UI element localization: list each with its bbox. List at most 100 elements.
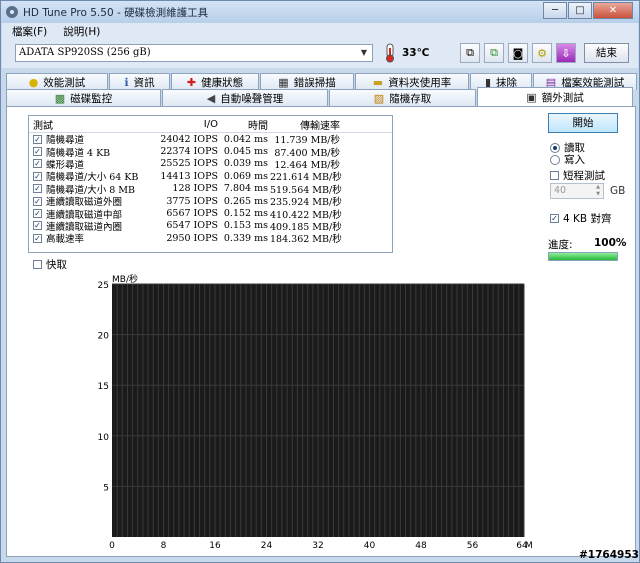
test-checkbox[interactable]: ✓ xyxy=(33,196,42,206)
tab-random-access[interactable]: ▨ 隨機存取 xyxy=(329,89,476,106)
io-cell: 2950 IOPS xyxy=(166,232,218,244)
menu-file[interactable]: 檔案(F) xyxy=(12,24,47,39)
app-window: HD Tune Pro 5.50 - 硬碟檢測維護工具 ─ □ ✕ 檔案(F) … xyxy=(0,0,640,563)
time-cell: 0.045 ms xyxy=(223,146,268,158)
table-row[interactable]: ✓ 隨機尋道 4 KB 22374 IOPS 0.045 ms 87.400 MB/秒 xyxy=(29,145,392,159)
error-scan-icon: ▦ xyxy=(278,75,289,89)
table-row[interactable]: ✓ 隨機尋道/大小 8 MB 128 IOPS 7.804 ms 519.564 MB/… xyxy=(29,183,392,196)
chevron-down-icon[interactable]: ▼ xyxy=(358,47,370,59)
x-tick-label: 32 xyxy=(312,541,323,551)
tab-error-scan[interactable]: ▦ 錯誤掃描 xyxy=(260,73,354,90)
io-cell: 128 IOPS xyxy=(172,183,218,195)
table-row[interactable]: ✓ 隨機尋道 24042 IOPS 0.042 ms 11.739 MB/秒 xyxy=(29,133,392,146)
test-checkbox[interactable]: ✓ xyxy=(33,233,42,243)
write-option[interactable]: 寫入 xyxy=(550,152,585,167)
align-4kb-checkbox[interactable]: ✓ xyxy=(550,214,559,223)
tab-label: 額外測試 xyxy=(541,91,584,104)
progress-bar xyxy=(548,252,618,261)
col-time-header[interactable]: 時間 xyxy=(220,117,270,132)
table-row[interactable]: ✓ 連續讀取磁道內圈 6547 IOPS 0.153 ms 409.185 MB/秒 xyxy=(29,220,392,233)
x-tick-label: 0 xyxy=(109,541,115,551)
screenshot-button[interactable]: ◙ xyxy=(508,43,528,63)
progress-percent: 100% xyxy=(594,237,627,249)
test-checkbox[interactable]: ✓ xyxy=(33,221,42,231)
download-arrow-icon: ⇩ xyxy=(561,46,571,60)
table-row[interactable]: ✓ 高載速率 2950 IOPS 0.339 ms 184.362 MB/秒 xyxy=(29,231,392,245)
x-tick-label: 40 xyxy=(364,541,376,551)
tab-label: 效能測試 xyxy=(43,76,86,89)
short-test-option[interactable]: 短程測試 xyxy=(550,168,605,183)
close-button[interactable]: ✕ xyxy=(593,2,633,19)
table-body: ✓ 隨機尋道 24042 IOPS 0.042 ms 11.739 MB/秒 ✓ 隨機尋道 … xyxy=(29,133,392,245)
y-tick-label: 5 xyxy=(103,483,109,493)
y-tick-label: 20 xyxy=(98,332,110,342)
test-name-cell: ✓ 高載速率 xyxy=(29,231,160,245)
watermark: #1764953 xyxy=(579,549,639,561)
save-button[interactable]: ⇩ xyxy=(556,43,576,63)
table-row[interactable]: ✓ 連續讀取磁道中部 6567 IOPS 0.152 ms 410.422 MB/秒 xyxy=(29,207,392,221)
x-tick-label: 56 xyxy=(467,541,479,551)
tab-label: 健康狀態 xyxy=(201,76,244,89)
tab-folder-usage[interactable]: ▬ 資料夾使用率 xyxy=(355,73,469,90)
write-radio[interactable] xyxy=(550,154,560,165)
cache-option[interactable]: 快取 xyxy=(33,257,67,272)
io-cell: 3775 IOPS xyxy=(166,195,218,207)
test-checkbox[interactable]: ✓ xyxy=(33,184,42,194)
short-test-size-input[interactable]: 40 ▲ ▼ xyxy=(550,183,604,199)
info-icon: ℹ xyxy=(124,75,129,89)
app-logo-icon xyxy=(6,6,18,18)
col-io-header[interactable]: I/O xyxy=(160,119,220,130)
tab-aam[interactable]: ◀ 自動噪聲管理 xyxy=(162,89,328,106)
tab-label: 資訊 xyxy=(133,76,155,89)
copy-text-button[interactable]: ⧉ xyxy=(460,43,480,63)
short-test-checkbox[interactable] xyxy=(550,171,559,180)
table-row[interactable]: ✓ 連續讀取磁道外圈 3775 IOPS 0.265 ms 235.924 MB/秒 xyxy=(29,195,392,208)
spinner-arrows-icon[interactable]: ▲ ▼ xyxy=(593,184,603,198)
cache-checkbox[interactable] xyxy=(33,260,42,269)
maximize-button[interactable]: □ xyxy=(568,2,592,19)
progress-label: 進度: xyxy=(548,239,573,251)
col-test-header[interactable]: 測試 xyxy=(29,117,160,132)
time-cell: 0.153 ms xyxy=(223,220,268,232)
x-unit-label: MB xyxy=(525,541,532,551)
test-checkbox[interactable]: ✓ xyxy=(33,147,42,157)
tab-info[interactable]: ℹ 資訊 xyxy=(109,73,170,90)
time-cell: 0.042 ms xyxy=(223,133,268,145)
y-tick-label: 10 xyxy=(98,433,110,443)
minimize-button[interactable]: ─ xyxy=(543,2,567,19)
test-checkbox[interactable]: ✓ xyxy=(33,209,42,219)
transfer-rate-chart: 5101520250816243240485664MBMB/秒 xyxy=(98,273,532,551)
short-test-label: 短程測試 xyxy=(563,170,605,182)
copy-info-button[interactable]: ⧉ xyxy=(484,43,504,63)
tab-extra-tests[interactable]: ▣ 額外測試 xyxy=(477,87,633,106)
health-cross-icon: ✚ xyxy=(186,75,197,89)
align-4kb-option[interactable]: ✓ 4 KB 對齊 xyxy=(550,211,611,226)
read-radio[interactable] xyxy=(550,142,560,153)
test-checkbox[interactable]: ✓ xyxy=(33,159,42,169)
tab-health[interactable]: ✚ 健康狀態 xyxy=(171,73,259,90)
col-rate-header[interactable]: 傳輸速率 xyxy=(270,117,342,132)
write-label: 寫入 xyxy=(564,154,585,166)
tab-disk-monitor[interactable]: ▩ 磁碟監控 xyxy=(6,89,161,106)
tab-benchmark[interactable]: ● 效能測試 xyxy=(6,73,108,90)
short-test-size-value: 40 xyxy=(554,185,567,196)
table-row[interactable]: ✓ 隨機尋道/大小 64 KB 14413 IOPS 0.069 ms 221.614 … xyxy=(29,170,392,183)
tab-label: 自動噪聲管理 xyxy=(220,92,284,105)
copy-icon: ⧉ xyxy=(466,46,474,59)
table-header: 測試 I/O 時間 傳輸速率 xyxy=(29,116,392,133)
time-cell: 7.804 ms xyxy=(223,183,268,195)
time-cell: 0.265 ms xyxy=(223,195,268,207)
exit-button[interactable]: 結束 xyxy=(584,43,629,63)
table-row[interactable]: ✓ 蝶形尋道 25525 IOPS 0.039 ms 12.464 MB/秒 xyxy=(29,158,392,171)
tab-label: 錯誤掃描 xyxy=(293,76,336,89)
bulb-icon: ● xyxy=(28,75,39,89)
test-checkbox[interactable]: ✓ xyxy=(33,171,42,181)
test-checkbox[interactable]: ✓ xyxy=(33,134,42,144)
start-button[interactable]: 開始 xyxy=(548,113,618,133)
menu-help[interactable]: 說明(H) xyxy=(63,24,100,39)
y-axis-label: MB/秒 xyxy=(112,273,138,285)
drive-select[interactable]: ADATA SP920SS (256 gB) ▼ xyxy=(15,44,373,62)
align-4kb-label: 4 KB 對齊 xyxy=(563,213,612,225)
options-button[interactable]: ⚙ xyxy=(532,43,552,63)
tab-label: 隨機存取 xyxy=(389,92,432,105)
